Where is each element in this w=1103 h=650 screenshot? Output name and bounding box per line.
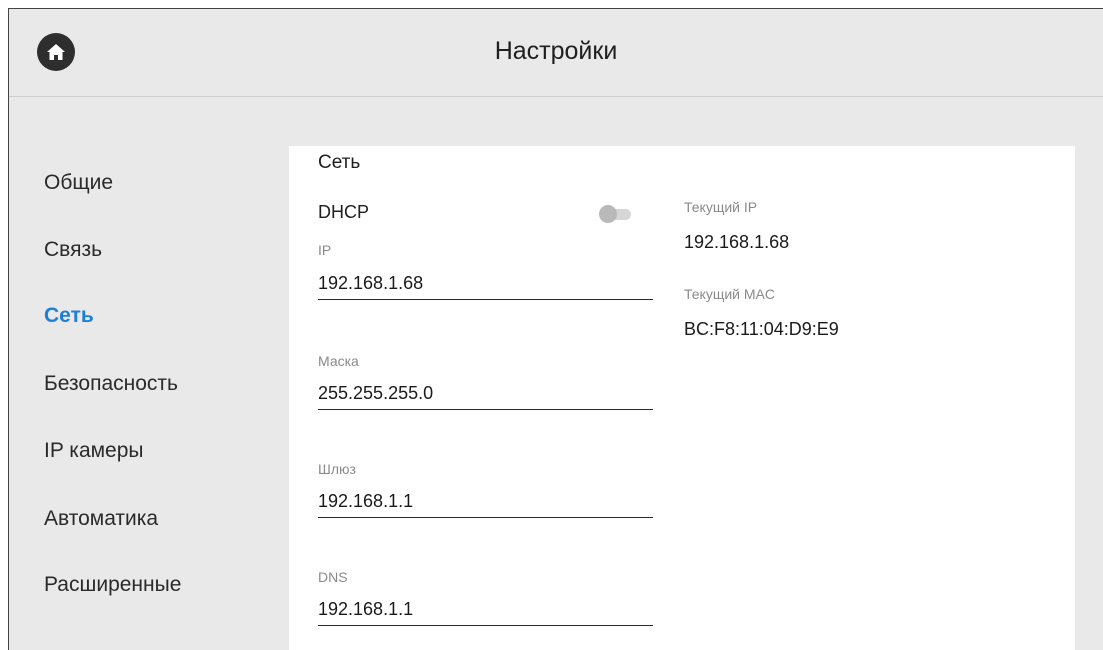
- sidebar-item-general[interactable]: Общие: [44, 171, 113, 195]
- sidebar-item-ip-cameras[interactable]: IP камеры: [44, 439, 144, 463]
- mask-field-wrapper: [318, 378, 653, 410]
- ip-input[interactable]: [318, 268, 653, 299]
- current-mac-value: BC:F8:11:04:D9:E9: [684, 319, 839, 339]
- dhcp-toggle[interactable]: [599, 204, 633, 224]
- gateway-label: Шлюз: [318, 461, 356, 477]
- dns-input[interactable]: [318, 594, 653, 625]
- gateway-input[interactable]: [318, 486, 653, 517]
- dhcp-label: DHCP: [318, 202, 370, 222]
- current-mac-label: Текущий MAC: [684, 286, 775, 302]
- ip-field-wrapper: [318, 268, 653, 300]
- current-ip-value: 192.168.1.68: [684, 232, 790, 252]
- header-bar: Настройки: [9, 9, 1103, 97]
- network-settings-panel: Сеть DHCP IP Маска Шлюз DNS Текущий IP 1…: [289, 146, 1075, 650]
- dns-label: DNS: [318, 569, 348, 585]
- mask-label: Маска: [318, 353, 359, 369]
- section-title: Сеть: [318, 152, 361, 173]
- mask-input[interactable]: [318, 378, 653, 409]
- sidebar-item-advanced[interactable]: Расширенные: [44, 573, 181, 597]
- sidebar-item-network[interactable]: Сеть: [44, 304, 94, 328]
- sidebar-item-security[interactable]: Безопасность: [44, 372, 178, 396]
- current-ip-label: Текущий IP: [684, 199, 758, 215]
- sidebar-item-automation[interactable]: Автоматика: [44, 507, 158, 531]
- toggle-knob: [599, 205, 617, 223]
- gateway-field-wrapper: [318, 486, 653, 518]
- ip-label: IP: [318, 242, 332, 258]
- dns-field-wrapper: [318, 594, 653, 626]
- app-window: Настройки Общие Связь Сеть Безопасность …: [8, 8, 1103, 650]
- sidebar-item-communication[interactable]: Связь: [44, 238, 102, 262]
- page-title: Настройки: [494, 37, 618, 65]
